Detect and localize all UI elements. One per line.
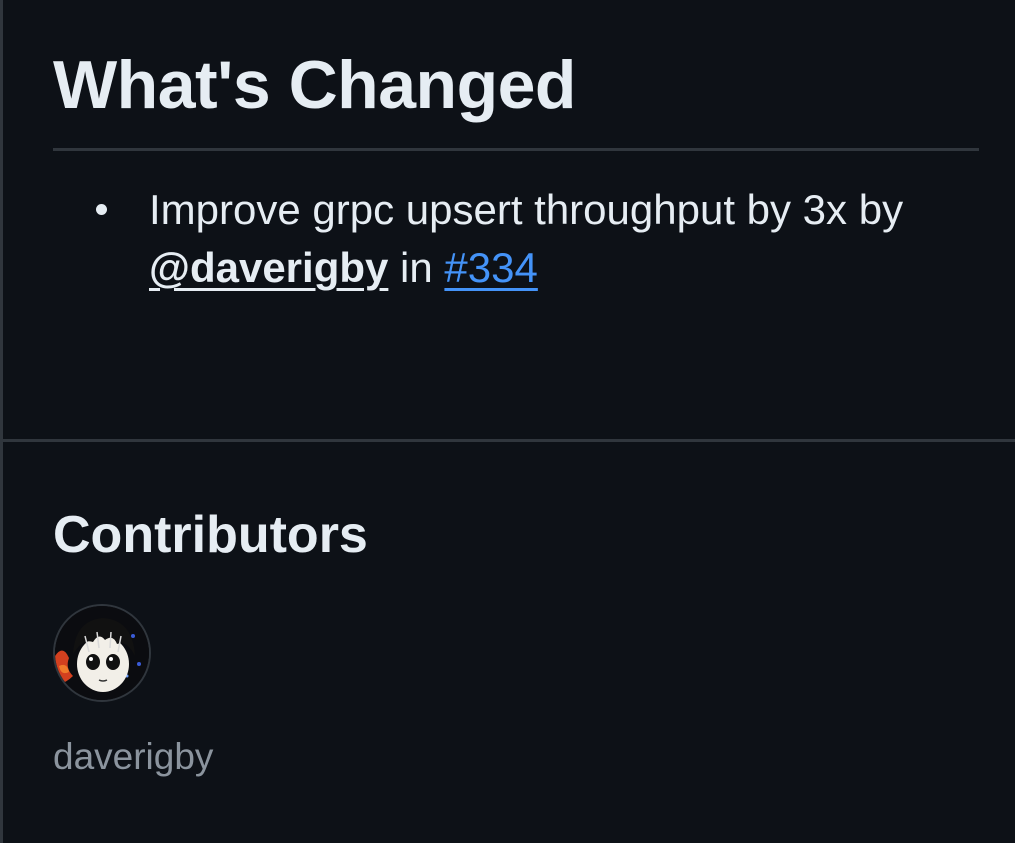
whats-changed-heading: What's Changed xyxy=(53,47,576,123)
release-notes-body: What's Changed Improve grpc upsert throu… xyxy=(53,40,979,297)
change-list: Improve grpc upsert throughput by 3x by … xyxy=(53,181,979,297)
contributor-name[interactable]: daverigby xyxy=(53,733,213,781)
contributors-heading: Contributors xyxy=(53,506,368,564)
pull-request-link[interactable]: #334 xyxy=(444,244,537,291)
avatar-image xyxy=(55,606,149,700)
heading-divider xyxy=(53,148,979,151)
left-frame-border xyxy=(0,0,3,843)
section-divider xyxy=(0,439,1015,442)
change-in-text: in xyxy=(388,244,445,291)
change-description: Improve grpc upsert throughput by 3x by xyxy=(149,186,904,233)
contributors-section: Contributors daverigby xyxy=(53,500,368,777)
change-list-item: Improve grpc upsert throughput by 3x by … xyxy=(96,181,979,297)
bullet-icon xyxy=(96,204,107,215)
author-link[interactable]: @daverigby xyxy=(149,244,388,291)
contributor-avatar[interactable] xyxy=(53,604,151,702)
